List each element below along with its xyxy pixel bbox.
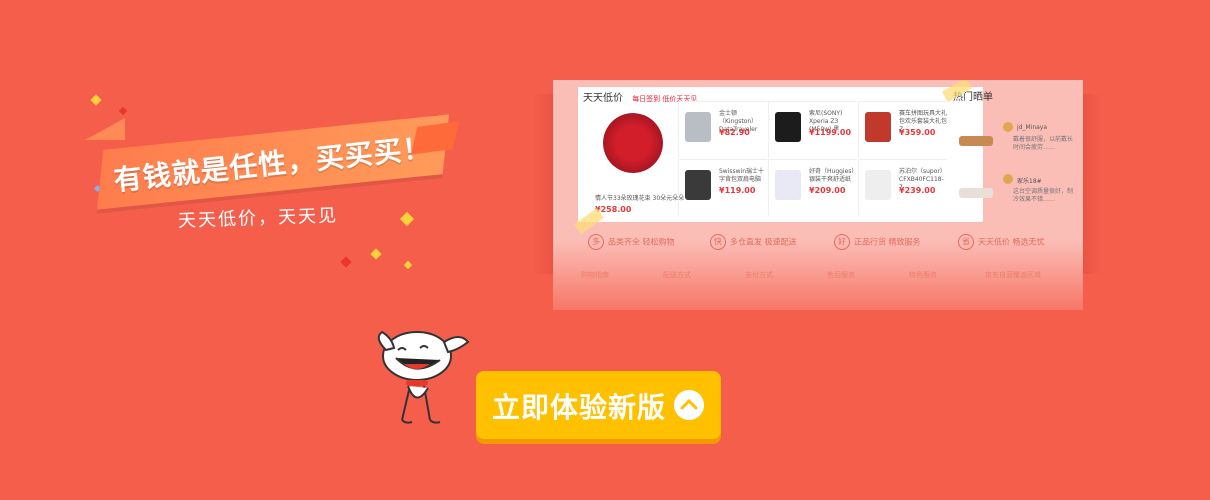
footer-column: 特色服务 [909,271,937,279]
review-quote: 这台空调质量很好，制冷效果不错…… [1013,188,1074,203]
confetti-shape [90,94,102,106]
product-image [685,170,711,200]
product-price: ¥239.00 [899,186,936,195]
product-name: 好奇（Huggies）银装干爽舒适纸 [809,168,855,183]
featured-name: 情人节33朵玫瑰花束 30朵元朵朵 [595,195,685,202]
product-price: ¥119.00 [719,186,756,195]
feature-item: 省天天低价 畅选无忧 [958,234,1045,250]
product-name: Swisswin瑞士十字背包双肩电脑 [719,168,765,183]
product-card: 索尼(SONY) Xperia Z3 (M50w) 黑 ¥1199.00 [768,101,857,158]
section-title-text: 天天低价 [583,93,623,104]
preview-shadow-left [532,94,554,274]
website-preview: 天天低价 每日签到 低价天天见 情人节33朵玫瑰花束 30朵元朵朵 ¥258.0… [553,80,1083,310]
try-new-version-button[interactable]: 立即体验新版 [476,371,721,439]
service-features: 多品类齐全 轻松购物 快多仓直发 极速配送 好正品行货 精致服务 省天天低价 畅… [588,232,1078,256]
product-card: 苏泊尔（supor）CFXB40FC118-7 ¥239.00 [858,159,947,216]
product-price: ¥82.90 [719,128,750,137]
hot-review-item: 家乐18# 这台空调质量很好，制冷效果不错…… [957,174,1077,220]
cta-label: 立即体验新版 [492,391,667,424]
footer-column: 京东自营覆盖区域 [985,271,1041,279]
ribbon-fold [85,118,125,140]
glasses-thumbnail [959,136,993,146]
feature-item: 好正品行货 精致服务 [834,234,921,250]
footer-column: 售后服务 [827,271,855,279]
rose-bouquet-image [603,113,663,173]
featured-product: 情人节33朵玫瑰花束 30朵元朵朵 ¥258.00 [583,105,684,220]
product-card: Swisswin瑞士十字背包双肩电脑 ¥119.00 [678,159,767,216]
feature-text: 多仓直发 极速配送 [730,237,797,247]
feature-item: 快多仓直发 极速配送 [710,234,797,250]
product-image [685,112,711,142]
avatar [1003,174,1013,184]
product-card: 好奇（Huggies）银装干爽舒适纸 ¥209.00 [768,159,857,216]
slogan-ribbon: 有钱就是任性，买买买！ [85,114,459,210]
product-image [775,112,801,142]
product-card: 金士顿（Kingston）DataTraveler ¥82.90 [678,101,767,158]
preview-shadow-right [1083,94,1103,274]
confetti-shape [340,256,352,268]
hot-review-item: jd_Minaya 戴着很舒服，以前戴长时间会疲劳…… [957,122,1077,168]
feature-item: 多品类齐全 轻松购物 [588,234,675,250]
promo-banner: 有钱就是任性，买买买！ 天天低价，天天见 立即体验新版 天天低价 每日签到 低价… [0,0,1210,500]
feature-text: 天天低价 畅选无忧 [978,237,1045,247]
avatar [1003,122,1013,132]
product-price: ¥209.00 [809,186,846,195]
feature-badge-icon: 好 [834,234,850,250]
sub-slogan: 天天低价，天天见 [177,205,339,232]
product-image [775,170,801,200]
review-user: jd_Minaya [1017,124,1048,131]
product-price: ¥359.00 [899,128,936,137]
review-user: 家乐18# [1017,178,1042,185]
confetti-shape [399,211,415,227]
product-card: 赛车拼图玩具大礼包欢乐套装大礼包Z ¥359.00 [858,101,947,158]
product-image [865,112,891,142]
product-price: ¥1199.00 [809,128,852,137]
review-quote: 戴着很舒服，以前戴长时间会疲劳…… [1013,136,1074,151]
feature-badge-icon: 快 [710,234,726,250]
footer-column: 配送方式 [663,271,691,279]
daily-low-price-panel: 天天低价 每日签到 低价天天见 情人节33朵玫瑰花束 30朵元朵朵 ¥258.0… [578,87,983,222]
feature-text: 正品行货 精致服务 [854,237,921,247]
confetti-shape [370,248,382,260]
mascot-dog-icon [377,330,470,424]
feature-text: 品类齐全 轻松购物 [608,237,675,247]
footer-column: 支付方式 [745,271,773,279]
chevron-up-icon [674,390,704,420]
confetti-shape [403,260,413,270]
product-image [865,170,891,200]
confetti-shape [118,106,128,116]
feature-badge-icon: 多 [588,234,604,250]
feature-badge-icon: 省 [958,234,974,250]
air-conditioner-thumbnail [959,188,993,198]
footer-column: 购物指南 [581,271,609,279]
